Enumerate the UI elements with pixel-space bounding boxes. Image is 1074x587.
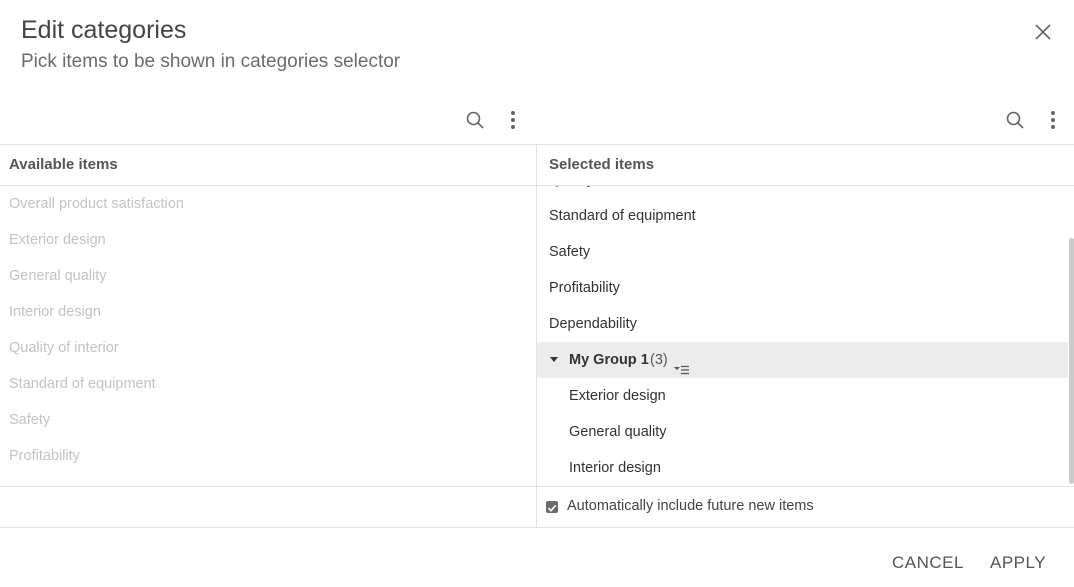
list-item: Quality of interior <box>9 340 119 356</box>
checkmark-icon <box>547 504 557 512</box>
apply-button[interactable]: APPLY <box>990 553 1046 573</box>
list-item: Interior design <box>9 304 101 320</box>
list-item[interactable]: Dependability <box>537 306 1068 342</box>
dialog-header: Edit categories Pick items to be shown i… <box>0 0 1074 100</box>
search-icon <box>466 111 484 129</box>
auto-include-row[interactable]: Automatically include future new items <box>537 487 1074 527</box>
selected-more-button[interactable] <box>1041 108 1065 132</box>
selected-items-list[interactable]: Quality Standard of equipment Safety Pro… <box>537 186 1068 486</box>
available-items-header: Available items <box>9 156 118 173</box>
available-search-button[interactable] <box>463 108 487 132</box>
group-count: (3) <box>650 352 668 368</box>
sort-menu-icon <box>674 365 689 375</box>
list-item[interactable]: Profitability <box>537 270 1068 306</box>
list-item[interactable]: Safety <box>537 234 1068 270</box>
search-icon <box>1006 111 1024 129</box>
cancel-button[interactable]: CANCEL <box>892 553 964 573</box>
available-more-button[interactable] <box>501 108 525 132</box>
close-button[interactable] <box>1030 19 1056 45</box>
scrollbar-thumb[interactable] <box>1069 238 1074 484</box>
group-child-item[interactable]: Interior design <box>537 450 1068 486</box>
list-item: Safety <box>9 412 51 428</box>
auto-include-label[interactable]: Automatically include future new items <box>567 498 814 514</box>
auto-include-checkbox[interactable] <box>546 501 558 513</box>
group-name: My Group 1 <box>569 352 649 368</box>
divider <box>0 527 1074 528</box>
group-child-item[interactable]: General quality <box>537 414 1068 450</box>
divider <box>0 144 1074 145</box>
selected-items-header: Selected items <box>549 156 655 173</box>
list-item: General quality <box>9 268 107 284</box>
group-menu-button[interactable] <box>673 354 691 375</box>
available-toolbar <box>0 104 536 136</box>
list-item: Profitability <box>9 448 80 464</box>
available-items-list: Overall product satisfaction Exterior de… <box>0 186 536 486</box>
dialog-title: Edit categories <box>21 16 187 44</box>
list-item[interactable]: Quality <box>537 186 1068 198</box>
close-icon <box>1035 24 1051 40</box>
selected-search-button[interactable] <box>1003 108 1027 132</box>
list-item: Overall product satisfaction <box>9 196 184 212</box>
list-item: Exterior design <box>9 232 106 248</box>
more-vertical-icon <box>1051 111 1055 129</box>
group-child-item[interactable]: Exterior design <box>537 378 1068 414</box>
group-row[interactable]: My Group 1 (3) <box>537 342 1068 378</box>
dialog-subtitle: Pick items to be shown in categories sel… <box>21 51 401 72</box>
selected-toolbar <box>537 104 1074 136</box>
list-item: Standard of equipment <box>9 376 156 392</box>
list-item[interactable]: Standard of equipment <box>537 198 1068 234</box>
caret-down-icon[interactable] <box>550 357 558 362</box>
more-vertical-icon <box>511 111 515 129</box>
